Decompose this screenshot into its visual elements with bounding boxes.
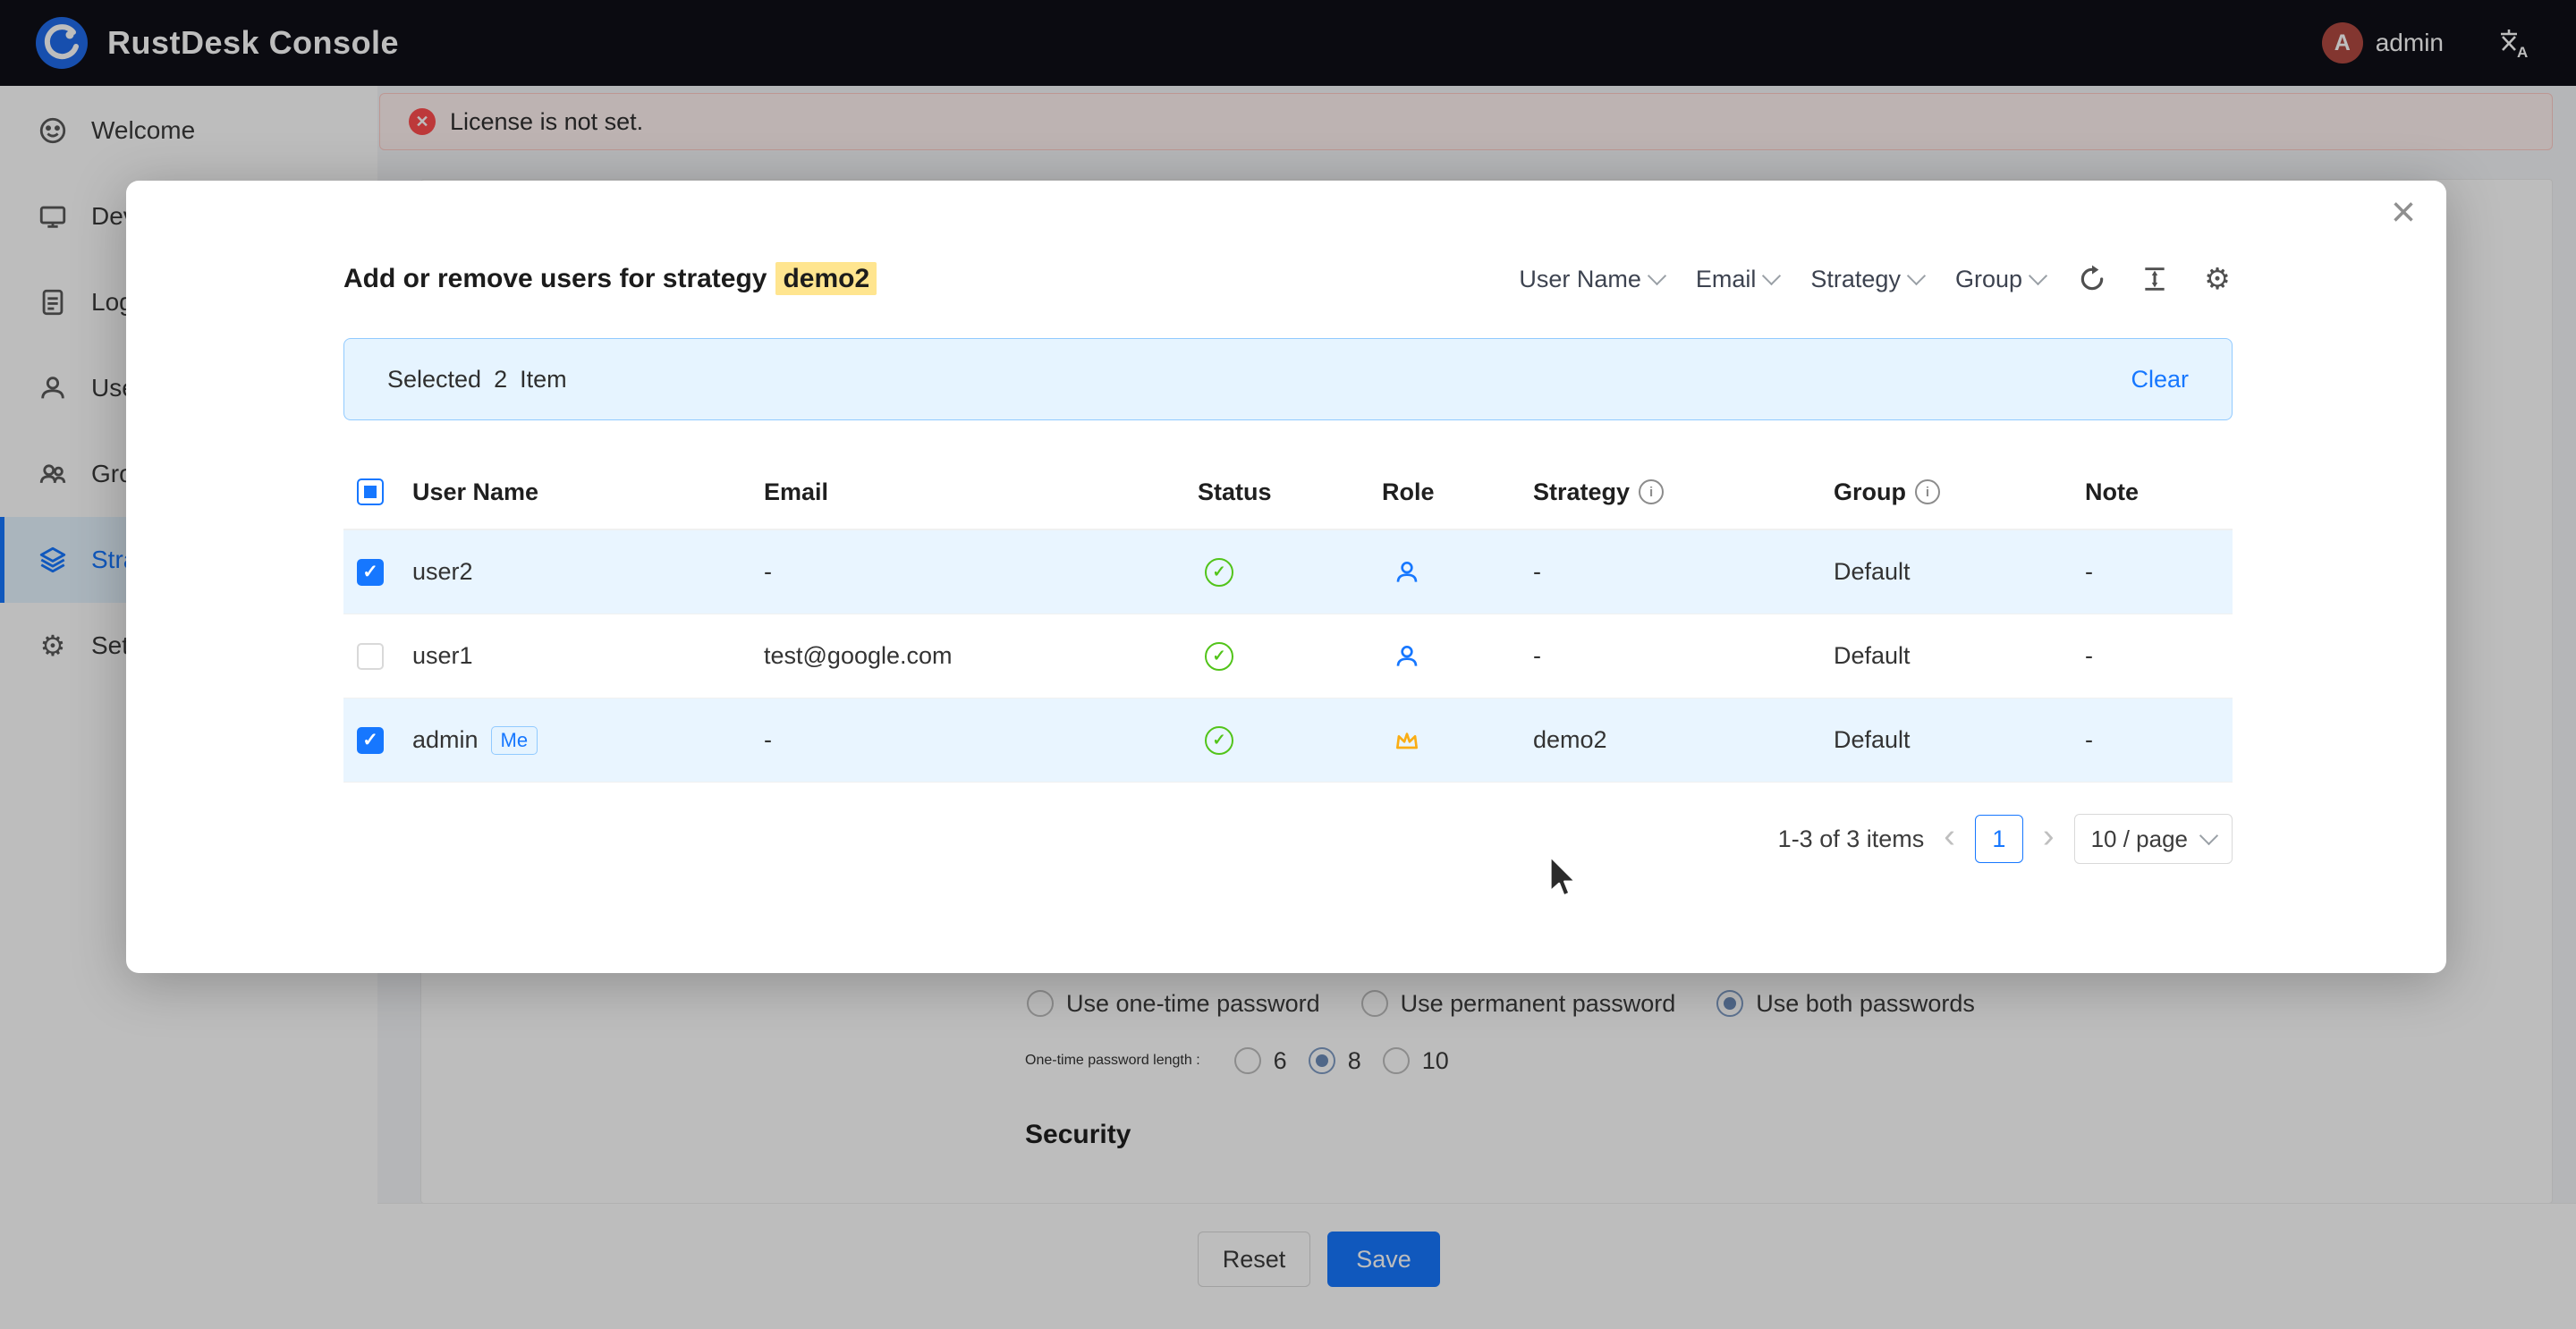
cell-user-name: user1 <box>412 642 764 670</box>
col-role: Role <box>1382 478 1533 506</box>
filter-label: Email <box>1696 266 1757 293</box>
check-circle-icon: ✓ <box>1205 726 1233 755</box>
pagination: 1-3 of 3 items ‹ 1 › 10 / page <box>1778 813 2233 865</box>
cell-email: - <box>764 726 1198 754</box>
gear-icon[interactable]: ⚙ <box>2202 264 2233 294</box>
cell-note: - <box>2085 642 2233 670</box>
filter-email[interactable]: Email <box>1696 266 1779 293</box>
pagination-total: 1-3 of 3 items <box>1778 825 1925 853</box>
filter-label: Strategy <box>1810 266 1901 293</box>
admin-crown-icon <box>1393 726 1421 755</box>
users-table: User Name Email Status Role Strategy i G… <box>343 455 2233 783</box>
info-circle-icon[interactable]: i <box>1639 479 1664 504</box>
chevron-down-icon <box>2199 825 2218 844</box>
user-role-icon <box>1393 558 1421 587</box>
chevron-down-icon <box>2029 266 2047 284</box>
select-all-checkbox[interactable] <box>357 478 384 505</box>
col-status: Status <box>1198 478 1382 506</box>
user-role-icon <box>1393 642 1421 671</box>
cell-user-name: admin Me <box>412 726 764 755</box>
table-row: ✓ admin Me - ✓ demo2 Default - <box>343 698 2233 783</box>
row-checkbox[interactable]: ✓ <box>357 559 384 586</box>
table-row: user1 test@google.com ✓ - Default - <box>343 614 2233 698</box>
close-icon[interactable]: × <box>2391 191 2416 234</box>
selection-suffix: Item <box>520 366 567 394</box>
selection-info-bar: Selected 2 Item Clear <box>343 338 2233 420</box>
cell-group: Default <box>1834 726 2085 754</box>
me-tag: Me <box>491 726 538 755</box>
cell-strategy: - <box>1533 642 1834 670</box>
filter-group[interactable]: Group <box>1955 266 2045 293</box>
chevron-down-icon <box>1907 266 1926 284</box>
row-checkbox[interactable]: ✓ <box>357 727 384 754</box>
col-user-name: User Name <box>412 478 764 506</box>
chevron-down-icon <box>1648 266 1666 284</box>
page-size-value: 10 / page <box>2091 825 2188 853</box>
modal-title-text: Add or remove users for strategy <box>343 264 767 293</box>
chevron-down-icon <box>1762 266 1781 284</box>
screen: RustDesk Console A admin A Welcome D <box>0 0 2576 1329</box>
table-header-row: User Name Email Status Role Strategy i G… <box>343 455 2233 530</box>
cell-email: - <box>764 558 1198 586</box>
cell-strategy: demo2 <box>1533 726 1834 754</box>
col-group: Group i <box>1834 478 2085 506</box>
filter-user-name[interactable]: User Name <box>1519 266 1664 293</box>
cell-email: test@google.com <box>764 642 1198 670</box>
table-row: ✓ user2 - ✓ - Default - <box>343 530 2233 614</box>
selection-prefix: Selected <box>387 366 481 394</box>
filter-label: Group <box>1955 266 2022 293</box>
col-strategy: Strategy i <box>1533 478 1834 506</box>
filter-bar: User Name Email Strategy Group <box>1519 252 2233 306</box>
filter-label: User Name <box>1519 266 1641 293</box>
filter-strategy[interactable]: Strategy <box>1810 266 1923 293</box>
modal-title: Add or remove users for strategy demo2 <box>343 259 877 299</box>
cell-note: - <box>2085 726 2233 754</box>
col-email: Email <box>764 478 1198 506</box>
add-remove-users-modal: × Add or remove users for strategydemo2 … <box>126 181 2446 973</box>
row-checkbox[interactable] <box>357 643 384 670</box>
strategy-name-highlight: demo2 <box>775 262 877 295</box>
selection-count: 2 <box>494 366 507 394</box>
cell-user-name: user2 <box>412 558 764 586</box>
check-circle-icon: ✓ <box>1205 642 1233 671</box>
clear-selection-link[interactable]: Clear <box>2131 366 2189 394</box>
refresh-icon[interactable] <box>2077 264 2107 294</box>
prev-page-icon[interactable]: ‹ <box>1944 819 1955 853</box>
info-circle-icon[interactable]: i <box>1915 479 1940 504</box>
page-size-select[interactable]: 10 / page <box>2074 814 2233 864</box>
col-note: Note <box>2085 478 2233 506</box>
cell-group: Default <box>1834 642 2085 670</box>
page-number-button[interactable]: 1 <box>1975 815 2023 863</box>
column-height-icon[interactable] <box>2140 264 2170 294</box>
next-page-icon[interactable]: › <box>2043 819 2055 853</box>
cell-note: - <box>2085 558 2233 586</box>
cell-strategy: - <box>1533 558 1834 586</box>
check-circle-icon: ✓ <box>1205 558 1233 587</box>
cell-group: Default <box>1834 558 2085 586</box>
